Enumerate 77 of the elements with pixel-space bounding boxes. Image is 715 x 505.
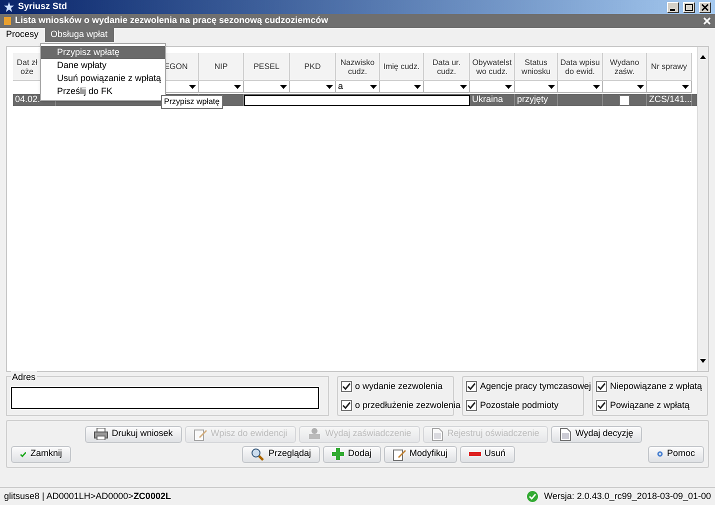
maximize-icon: [685, 4, 693, 10]
minus-icon: [468, 452, 481, 456]
scrollbar[interactable]: [697, 47, 708, 371]
menu-entry[interactable]: Usuń powiązanie z wpłatą: [41, 72, 165, 85]
filter-value: a: [338, 80, 344, 91]
minimize-button[interactable]: [667, 2, 679, 12]
dropdown-arrow-icon[interactable]: [460, 84, 467, 88]
checkbox-label: Niepowiązane z wpłatą: [610, 380, 702, 393]
window-title: Syriusz Std: [18, 0, 68, 14]
scroll-up-icon[interactable]: [700, 55, 706, 59]
column-header[interactable]: PKD: [304, 62, 321, 71]
plus-icon: [332, 448, 344, 460]
pencil-note-icon: [194, 428, 207, 440]
toolbar-button[interactable]: Modyfikuj: [384, 446, 457, 462]
toolbar-button[interactable]: Dodaj: [322, 446, 380, 462]
dropdown-arrow-icon[interactable]: [234, 84, 241, 88]
toolbar-button[interactable]: Przeglądaj: [242, 446, 320, 462]
help-icon: [657, 449, 663, 459]
dropdown-arrow-icon[interactable]: [593, 84, 600, 88]
dropdown-arrow-icon[interactable]: [682, 84, 689, 88]
checkmark-icon: [20, 450, 26, 458]
checkbox[interactable]: [341, 380, 352, 392]
checkbox[interactable]: [596, 400, 607, 412]
close-icon: [701, 4, 709, 10]
menu-entry[interactable]: Przypisz wpłatę: [41, 46, 165, 59]
checkbox[interactable]: [466, 400, 477, 412]
checkbox-label: o wydanie zezwolenia: [355, 380, 443, 393]
dropdown-arrow-icon[interactable]: [326, 84, 333, 88]
table-cell-text: 04.02.: [15, 93, 40, 106]
dropdown-arrow-icon[interactable]: [505, 84, 512, 88]
column-header[interactable]: NIP: [214, 62, 228, 71]
checkmark-circle-icon: [527, 491, 538, 502]
table-cell-text: Ukraina: [472, 93, 504, 106]
checkbox-label: Agencje pracy tymczasowej: [480, 380, 592, 393]
action-button[interactable]: Wydaj decyzję: [551, 426, 642, 442]
address-field[interactable]: [11, 387, 319, 409]
printer-icon: [94, 428, 108, 440]
menu-item[interactable]: Procesy: [0, 28, 45, 42]
document-icon: [432, 428, 444, 440]
cell-editor[interactable]: [244, 94, 470, 106]
table-cell-text: przyjęty: [517, 93, 548, 106]
menu-entry[interactable]: Dane wpłaty: [41, 59, 165, 72]
filter-field[interactable]: a: [336, 81, 379, 93]
checkbox[interactable]: [466, 380, 477, 392]
tooltip: Przypisz wpłatę: [161, 95, 223, 109]
menu-item[interactable]: Obsługa wpłat: [44, 28, 114, 42]
column-header[interactable]: PESEL: [254, 62, 280, 71]
close-button[interactable]: [699, 2, 711, 12]
dropdown-arrow-icon[interactable]: [370, 84, 377, 88]
search-icon: [251, 448, 264, 460]
document-icon: [560, 428, 572, 440]
action-button[interactable]: Drukuj wniosek: [84, 426, 182, 442]
checkbox-label: o przedłużenie zezwolenia: [355, 399, 461, 412]
dropdown-arrow-icon[interactable]: [414, 84, 421, 88]
status-path: glitsuse8 | AD0001LH>AD0000>ZC0002L: [4, 490, 171, 503]
dropdown-arrow-icon[interactable]: [548, 84, 555, 88]
dropdown-arrow-icon[interactable]: [637, 84, 644, 88]
checkbox-label: Pozostałe podmioty: [480, 399, 559, 412]
dropdown-arrow-icon[interactable]: [280, 84, 287, 88]
document-title: Lista wniosków o wydanie zezwolenia na pracę sezonową cudzoziemców: [15, 14, 328, 28]
close-icon[interactable]: [703, 17, 711, 25]
toolbar-button[interactable]: Usuń: [460, 446, 515, 462]
checkbox-label: Powiązane z wpłatą: [610, 399, 690, 412]
version-text: Wersja: 2.0.43.0_rc99_2018-03-09_01-00: [544, 490, 711, 503]
stamp-icon: [308, 428, 322, 440]
checkbox[interactable]: [341, 400, 352, 412]
maximize-button[interactable]: [683, 2, 695, 12]
star-icon: [4, 2, 14, 12]
pencil-note-icon: [392, 448, 406, 460]
table-cell-text: ZCS/141...: [649, 93, 692, 106]
checkbox[interactable]: [619, 94, 630, 106]
dropdown-arrow-icon[interactable]: [189, 84, 196, 88]
close-button[interactable]: Zamknij: [11, 446, 71, 462]
checkbox[interactable]: [596, 380, 607, 392]
scroll-down-icon[interactable]: [700, 359, 706, 363]
help-button[interactable]: Pomoc: [648, 446, 704, 462]
document-icon: [4, 17, 11, 25]
